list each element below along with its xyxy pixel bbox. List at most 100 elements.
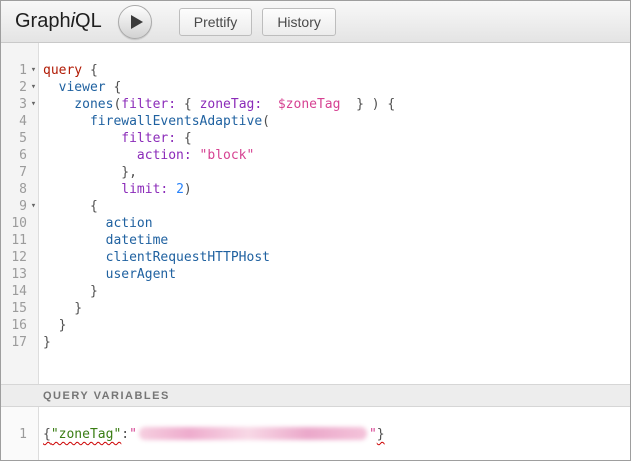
code-text: viewer { <box>39 79 121 96</box>
token-attr: zoneTag: <box>200 97 263 112</box>
play-icon <box>131 15 143 29</box>
code-line[interactable]: 13 userAgent <box>1 266 630 283</box>
fold-spacer <box>28 317 39 334</box>
query-variables-header[interactable]: QUERY VARIABLES <box>1 384 630 407</box>
token-field: datetime <box>43 233 168 248</box>
line-number: 2 <box>1 79 28 96</box>
token-punct: } <box>377 427 385 442</box>
fold-spacer <box>28 232 39 249</box>
token-attr: filter: <box>121 97 176 112</box>
code-text: query { <box>39 62 98 79</box>
execute-button[interactable] <box>118 5 152 39</box>
line-number: 13 <box>1 266 28 283</box>
code-line[interactable]: 14 } <box>1 283 630 300</box>
query-variables-title: QUERY VARIABLES <box>43 390 170 402</box>
line-number: 1 <box>1 62 28 79</box>
fold-arrow-icon[interactable]: ▾ <box>28 198 39 215</box>
graphiql-app: GraphiQL Prettify History 1▾query {2▾ vi… <box>0 0 631 461</box>
fold-spacer <box>28 266 39 283</box>
token-punct: : <box>121 427 129 442</box>
line-number: 4 <box>1 113 28 130</box>
query-editor[interactable]: 1▾query {2▾ viewer {3▾ zones(filter: { z… <box>1 43 630 384</box>
code-text: } <box>39 334 51 351</box>
code-text: } <box>39 300 82 317</box>
code-line[interactable]: 3▾ zones(filter: { zoneTag: $zoneTag } )… <box>1 96 630 113</box>
code-text: zones(filter: { zoneTag: $zoneTag } ) { <box>39 96 395 113</box>
token-str: " <box>369 427 377 442</box>
code-line[interactable]: 1{"zoneTag":""} <box>1 426 630 443</box>
fold-spacer <box>28 130 39 147</box>
line-number: 14 <box>1 283 28 300</box>
code-line[interactable]: 8 limit: 2) <box>1 181 630 198</box>
token-punct <box>168 182 176 197</box>
variables-editor[interactable]: 1{"zoneTag":""} <box>1 407 630 460</box>
fold-arrow-icon[interactable]: ▾ <box>28 79 39 96</box>
code-line[interactable]: 16 } <box>1 317 630 334</box>
app-title-part1: Graph <box>15 10 71 32</box>
token-punct: { <box>176 97 199 112</box>
line-number: 9 <box>1 198 28 215</box>
code-text: clientRequestHTTPHost <box>39 249 270 266</box>
code-text: } <box>39 317 66 334</box>
line-number: 7 <box>1 164 28 181</box>
token-field: zones <box>43 97 113 112</box>
code-text: datetime <box>39 232 168 249</box>
app-title-part3: QL <box>75 10 102 32</box>
token-attr: filter: <box>43 131 176 146</box>
fold-arrow-icon[interactable]: ▾ <box>28 62 39 79</box>
fold-spacer <box>28 300 39 317</box>
line-number: 5 <box>1 130 28 147</box>
token-field: clientRequestHTTPHost <box>43 250 270 265</box>
code-line[interactable]: 5 filter: { <box>1 130 630 147</box>
code-text: filter: { <box>39 130 192 147</box>
line-number: 1 <box>1 426 28 443</box>
code-line[interactable]: 10 action <box>1 215 630 232</box>
fold-spacer <box>28 426 39 443</box>
code-line[interactable]: 17} <box>1 334 630 351</box>
token-punct: { <box>82 63 98 78</box>
code-line[interactable]: 4 firewallEventsAdaptive( <box>1 113 630 130</box>
fold-spacer <box>28 249 39 266</box>
variables-editor-lines: 1{"zoneTag":""} <box>1 407 630 443</box>
code-line[interactable]: 7 }, <box>1 164 630 181</box>
code-text: } <box>39 283 98 300</box>
code-text: }, <box>39 164 137 181</box>
code-text: { <box>39 198 98 215</box>
code-line[interactable]: 6 action: "block" <box>1 147 630 164</box>
fold-spacer <box>28 181 39 198</box>
token-punct: { <box>176 131 192 146</box>
token-punct: } <box>43 335 51 350</box>
token-punct: } ) { <box>340 97 395 112</box>
fold-arrow-icon[interactable]: ▾ <box>28 96 39 113</box>
fold-spacer <box>28 164 39 181</box>
code-line[interactable]: 15 } <box>1 300 630 317</box>
line-number: 8 <box>1 181 28 198</box>
code-line[interactable]: 2▾ viewer { <box>1 79 630 96</box>
line-number: 12 <box>1 249 28 266</box>
code-text: action <box>39 215 153 232</box>
prettify-button[interactable]: Prettify <box>179 8 253 36</box>
token-punct: ) <box>184 182 192 197</box>
code-line[interactable]: 11 datetime <box>1 232 630 249</box>
query-editor-lines: 1▾query {2▾ viewer {3▾ zones(filter: { z… <box>1 43 630 351</box>
token-punct: { <box>106 80 122 95</box>
token-punct <box>262 97 278 112</box>
code-line[interactable]: 9▾ { <box>1 198 630 215</box>
code-text: limit: 2) <box>39 181 192 198</box>
token-punct: } <box>43 318 66 333</box>
token-vprop: "zoneTag" <box>51 427 121 442</box>
fold-spacer <box>28 334 39 351</box>
token-punct: { <box>43 427 51 442</box>
redacted-value <box>139 427 367 440</box>
code-line[interactable]: 1▾query { <box>1 62 630 79</box>
code-text: firewallEventsAdaptive( <box>39 113 270 130</box>
token-punct: { <box>43 199 98 214</box>
line-number: 6 <box>1 147 28 164</box>
token-field: userAgent <box>43 267 176 282</box>
history-button[interactable]: History <box>262 8 336 36</box>
line-number: 11 <box>1 232 28 249</box>
fold-spacer <box>28 215 39 232</box>
token-field: firewallEventsAdaptive <box>43 114 262 129</box>
code-line[interactable]: 12 clientRequestHTTPHost <box>1 249 630 266</box>
toolbar: GraphiQL Prettify History <box>1 1 630 43</box>
